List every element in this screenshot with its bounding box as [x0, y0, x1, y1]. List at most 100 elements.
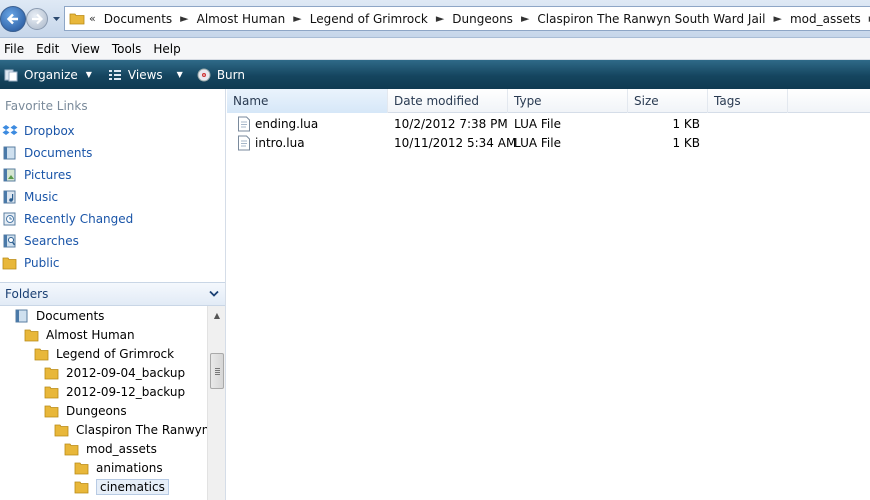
address-box[interactable]: « Documents ► Almost Human ► Legend of G…: [64, 6, 870, 31]
folder-icon: [74, 462, 89, 474]
file-name: ending.lua: [255, 116, 319, 131]
organize-button[interactable]: Organize ▼: [0, 60, 98, 89]
folder-icon: [44, 367, 59, 379]
file-date-cell: 10/2/2012 7:38 PM: [394, 114, 508, 133]
favorite-pictures[interactable]: Pictures: [0, 165, 72, 185]
breadcrumb-dungeons[interactable]: Dungeons: [452, 12, 513, 26]
organize-dropdown-icon: ▼: [85, 70, 92, 79]
tree-item-backup-0904[interactable]: 2012-09-04_backup: [44, 363, 185, 382]
tree-item-documents[interactable]: Documents: [14, 306, 104, 325]
searches-icon: [3, 234, 16, 248]
burn-button[interactable]: Burn: [193, 60, 251, 89]
column-header-name[interactable]: Name: [227, 89, 388, 113]
music-icon: [3, 190, 16, 204]
lua-file-icon: [238, 116, 250, 131]
breadcrumb-separator-icon[interactable]: ►: [436, 12, 444, 25]
favorite-public[interactable]: Public: [0, 253, 60, 273]
column-header-label: Type: [514, 94, 542, 108]
breadcrumb-claspiron[interactable]: Claspiron The Ranwyn South Ward Jail: [537, 12, 765, 26]
tree-item-label: Dungeons: [66, 403, 127, 418]
menu-help[interactable]: Help: [147, 42, 186, 56]
column-header-date-modified[interactable]: Date modified: [388, 89, 508, 113]
column-header-label: Tags: [714, 94, 741, 108]
file-row[interactable]: ending.lua 10/2/2012 7:38 PM LUA File 1 …: [227, 114, 870, 133]
favorite-searches[interactable]: Searches: [0, 231, 79, 251]
breadcrumb-separator-icon[interactable]: ►: [180, 12, 188, 25]
column-header-type[interactable]: Type: [508, 89, 628, 113]
forward-arrow-icon: [32, 13, 44, 25]
column-header-label: Size: [634, 94, 659, 108]
tree-item-label: 2012-09-04_backup: [66, 365, 186, 380]
column-header-tags[interactable]: Tags: [708, 89, 788, 113]
breadcrumb-separator-icon[interactable]: ►: [293, 12, 301, 25]
burn-disc-icon: [197, 68, 211, 81]
tree-item-backup-0912[interactable]: 2012-09-12_backup: [44, 382, 185, 401]
folder-tree-scrollbar[interactable]: ▲: [207, 306, 225, 500]
tree-item-cinematics[interactable]: cinematics: [74, 477, 169, 496]
folder-icon: [69, 13, 85, 25]
tree-item-label: 2012-09-12_backup: [66, 384, 186, 399]
breadcrumb-separator-icon[interactable]: ►: [521, 12, 529, 25]
menu-edit[interactable]: Edit: [30, 42, 65, 56]
tree-item-label: animations: [96, 460, 163, 475]
recent-pages-dropdown-icon[interactable]: [52, 15, 61, 23]
file-date: 10/2/2012 7:38 PM: [394, 116, 508, 131]
file-name-cell: intro.lua: [237, 133, 305, 152]
tree-item-mod-assets[interactable]: mod_assets: [64, 439, 157, 458]
folders-header[interactable]: Folders: [0, 282, 225, 306]
file-size: 1 KB: [672, 135, 700, 150]
file-list-pane: Name Date modified Type Size Tags ending…: [227, 89, 870, 500]
tree-item-animations[interactable]: animations: [74, 458, 163, 477]
tree-item-dungeons[interactable]: Dungeons: [44, 401, 127, 420]
breadcrumb-separator-icon[interactable]: ►: [773, 12, 781, 25]
file-row[interactable]: intro.lua 10/11/2012 5:34 AM LUA File 1 …: [227, 133, 870, 152]
documents-icon: [15, 309, 28, 322]
tree-item-legend-of-grimrock[interactable]: Legend of Grimrock: [34, 344, 174, 363]
breadcrumb-mod-assets[interactable]: mod_assets: [790, 12, 861, 26]
folders-title: Folders: [5, 287, 49, 301]
folder-icon: [64, 443, 79, 455]
file-date-cell: 10/11/2012 5:34 AM: [394, 133, 516, 152]
back-button[interactable]: [0, 6, 26, 32]
folder-icon: [34, 348, 49, 360]
favorite-links-title: Favorite Links: [5, 99, 88, 113]
public-folder-icon: [2, 257, 17, 270]
tree-item-almost-human[interactable]: Almost Human: [24, 325, 135, 344]
tree-item-claspiron[interactable]: Claspiron The Ranwyn S: [54, 420, 207, 439]
scrollbar-thumb[interactable]: [210, 353, 224, 389]
favorite-music[interactable]: Music: [0, 187, 58, 207]
views-dropdown-icon: ▼: [176, 70, 183, 79]
column-headers: Name Date modified Type Size Tags: [227, 89, 870, 113]
breadcrumb-legend-of-grimrock[interactable]: Legend of Grimrock: [310, 12, 428, 26]
favorite-label: Documents: [24, 146, 93, 160]
forward-button[interactable]: [26, 8, 48, 30]
folder-icon: [44, 405, 59, 417]
organize-label: Organize: [24, 67, 78, 82]
file-size-cell: 1 KB: [628, 114, 700, 133]
recently-changed-icon: [3, 212, 16, 226]
folder-tree: Documents Almost Human Legend of Grimroc…: [0, 306, 207, 500]
breadcrumb-documents[interactable]: Documents: [104, 12, 172, 26]
favorite-documents[interactable]: Documents: [0, 143, 92, 163]
views-button[interactable]: Views ▼: [104, 60, 189, 89]
file-name-cell: ending.lua: [237, 114, 318, 133]
dropbox-icon: [2, 125, 18, 135]
menu-tools[interactable]: Tools: [106, 42, 148, 56]
burn-label: Burn: [216, 67, 245, 82]
file-size: 1 KB: [672, 116, 700, 131]
favorite-dropbox[interactable]: Dropbox: [0, 121, 75, 141]
favorite-label: Searches: [24, 234, 79, 248]
menu-view[interactable]: View: [65, 42, 105, 56]
views-icon: [108, 69, 121, 80]
scroll-up-icon[interactable]: ▲: [209, 307, 225, 323]
favorite-label: Public: [24, 256, 60, 270]
favorite-recently-changed[interactable]: Recently Changed: [0, 209, 133, 229]
file-name: intro.lua: [255, 135, 305, 150]
command-toolbar: Organize ▼ Views ▼ Burn: [0, 60, 870, 89]
breadcrumb-overflow[interactable]: «: [89, 12, 96, 25]
favorite-label: Pictures: [24, 168, 72, 182]
address-bar-area: « Documents ► Almost Human ► Legend of G…: [0, 0, 870, 38]
breadcrumb-almost-human[interactable]: Almost Human: [197, 12, 286, 26]
menu-file[interactable]: File: [0, 42, 30, 56]
column-header-size[interactable]: Size: [628, 89, 708, 113]
